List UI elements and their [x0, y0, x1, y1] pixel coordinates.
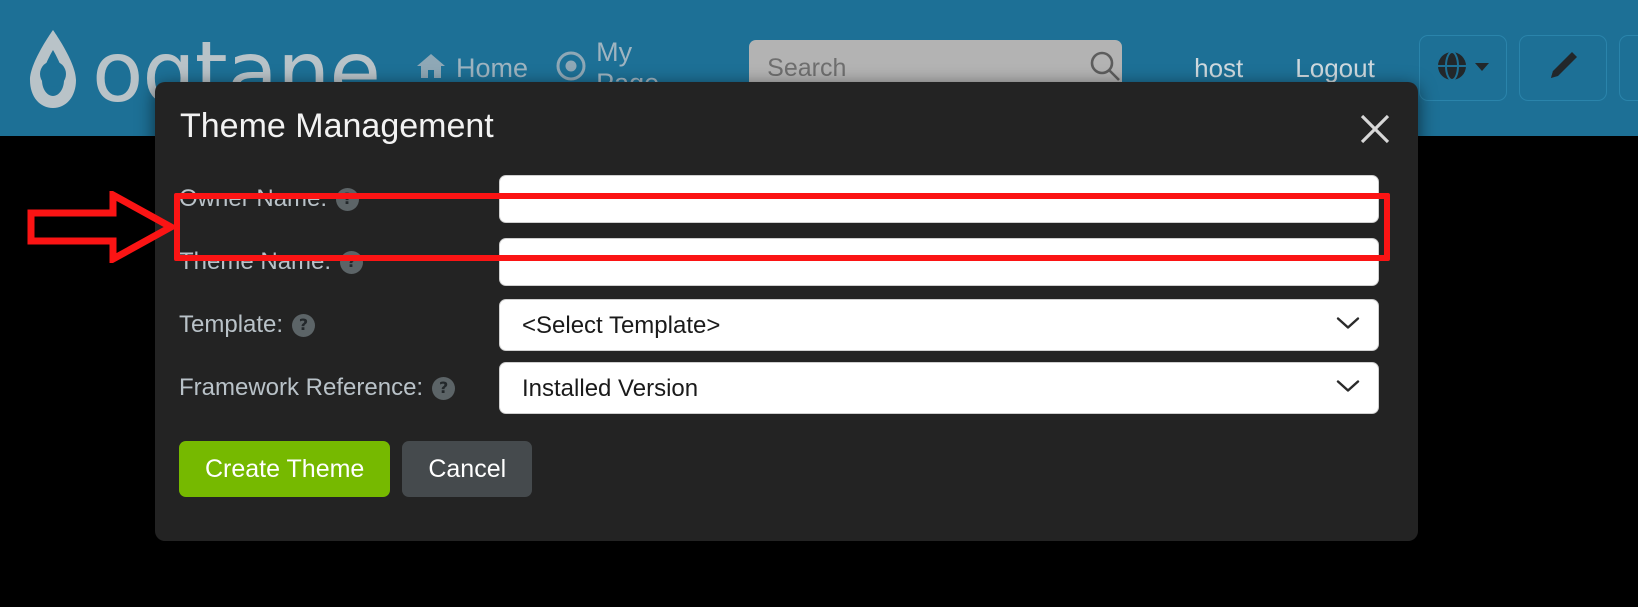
search-input[interactable] [749, 53, 1090, 83]
theme-management-dialog: Theme Management Owner Name: ? Theme Nam… [155, 82, 1418, 541]
form-row-theme-name: Theme Name: ? [179, 233, 1394, 291]
dialog-buttons: Create Theme Cancel [179, 417, 1394, 497]
template-select-wrapper: <Select Template> [499, 299, 1379, 351]
target-icon [556, 51, 586, 86]
label-theme-name-text: Theme Name: [179, 248, 332, 275]
header-action-buttons [1418, 35, 1638, 101]
control-theme-name [499, 238, 1394, 286]
help-icon[interactable]: ? [432, 376, 456, 400]
help-icon[interactable]: ? [292, 313, 316, 337]
framework-select-wrapper: Installed Version [499, 362, 1379, 414]
settings-button[interactable] [1618, 35, 1638, 101]
form-row-template: Template: ? <Select Template> [179, 296, 1394, 354]
label-template-text: Template: [179, 311, 284, 338]
pencil-icon [1545, 48, 1581, 89]
label-owner-name-text: Owner Name: [179, 185, 328, 212]
chevron-down-icon [1473, 59, 1491, 78]
water-drop-icon [22, 28, 84, 108]
nav-label-home: Home [456, 52, 529, 83]
dialog-title: Theme Management [180, 106, 494, 145]
owner-name-input[interactable] [499, 175, 1379, 223]
current-user-label[interactable]: host [1194, 53, 1243, 84]
edit-button[interactable] [1518, 35, 1607, 101]
label-template: Template: ? [179, 311, 499, 339]
form-row-framework-reference: Framework Reference: ? Installed Version [179, 359, 1394, 417]
control-owner-name [499, 175, 1394, 223]
help-icon[interactable]: ? [340, 250, 364, 274]
cancel-button[interactable]: Cancel [402, 441, 533, 497]
control-framework-reference: Installed Version [499, 362, 1394, 414]
app-window: oqtane Home My Page [0, 0, 1638, 607]
logout-link[interactable]: Logout [1295, 53, 1375, 84]
dialog-header: Theme Management [155, 82, 1418, 170]
theme-form: Owner Name: ? Theme Name: ? Template: ? … [155, 170, 1418, 497]
language-selector-button[interactable] [1418, 35, 1507, 101]
framework-reference-select[interactable]: Installed Version [499, 362, 1379, 414]
control-template: <Select Template> [499, 299, 1394, 351]
search-icon[interactable] [1089, 50, 1121, 87]
create-theme-button[interactable]: Create Theme [179, 441, 391, 497]
form-row-owner-name: Owner Name: ? [179, 170, 1394, 228]
close-icon[interactable] [1354, 108, 1396, 150]
nav-item-home[interactable]: Home [416, 52, 528, 85]
label-owner-name: Owner Name: ? [179, 185, 499, 213]
home-icon [416, 52, 446, 85]
label-framework-reference-text: Framework Reference: [179, 374, 424, 401]
theme-name-input[interactable] [499, 238, 1379, 286]
globe-icon [1435, 49, 1469, 88]
help-icon[interactable]: ? [336, 187, 360, 211]
label-theme-name: Theme Name: ? [179, 248, 499, 276]
right-arrow-annotation [27, 189, 179, 265]
user-area: host Logout [1194, 53, 1375, 84]
template-select[interactable]: <Select Template> [499, 299, 1379, 351]
label-framework-reference: Framework Reference: ? [179, 374, 499, 402]
